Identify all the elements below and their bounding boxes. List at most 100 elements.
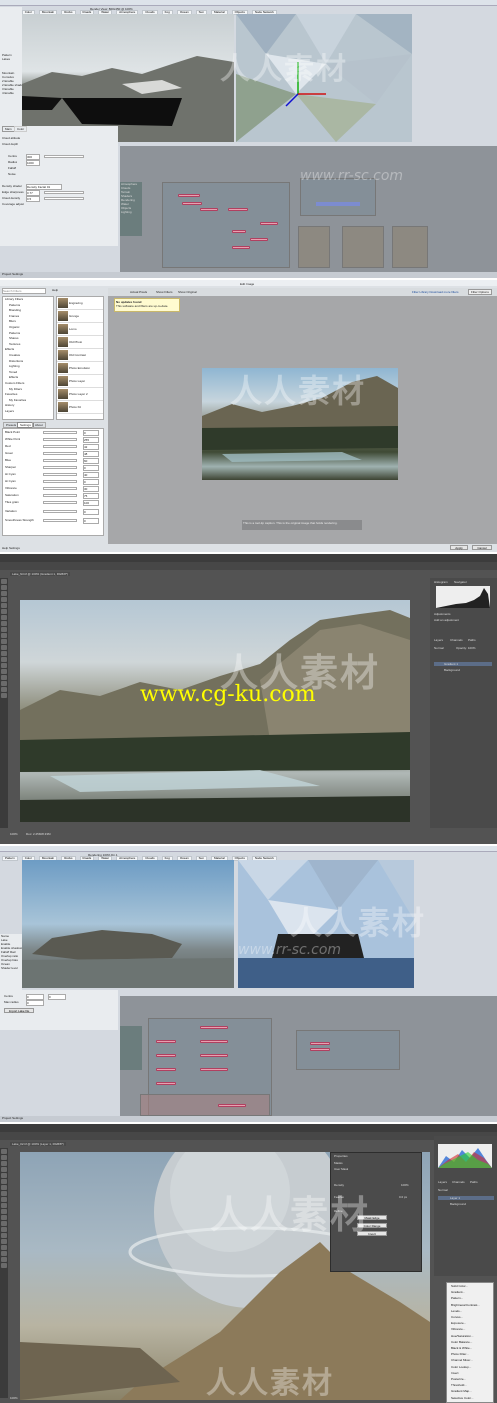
node[interactable]	[200, 1040, 228, 1043]
preset-item[interactable]: Lomo	[57, 323, 103, 336]
library-item[interactable]: Layers	[3, 409, 53, 415]
zoom-icon[interactable]	[1, 693, 7, 698]
shape-icon[interactable]	[1, 681, 7, 686]
preset-item[interactable]: Old Photo	[57, 336, 103, 349]
hand-icon[interactable]	[1, 1257, 7, 1262]
dodge-icon[interactable]	[1, 1227, 7, 1232]
type-icon[interactable]	[1, 1239, 7, 1244]
paths-tab[interactable]: Paths	[468, 638, 476, 642]
sidebar-item[interactable]: Lakes	[0, 57, 22, 61]
move-icon[interactable]	[1, 1149, 7, 1154]
clone-stamp-icon[interactable]	[1, 1197, 7, 1202]
pen-icon[interactable]	[1, 663, 7, 668]
option-actual-pixels[interactable]: Actual Pixels	[130, 290, 147, 294]
gradient-icon[interactable]	[1, 645, 7, 650]
blend-mode[interactable]: Normal	[434, 646, 444, 650]
sidebar-item[interactable]: 4 Enable	[0, 91, 22, 95]
navigator-tab[interactable]: Navigator	[454, 580, 467, 584]
channels-tab[interactable]: Channels	[452, 1180, 465, 1184]
magic-wand-icon[interactable]	[1, 1167, 7, 1172]
marquee-icon[interactable]	[1, 585, 7, 590]
setting-slider[interactable]	[43, 510, 77, 513]
setting-slider[interactable]	[43, 487, 77, 490]
value-field[interactable]: 0.5	[26, 196, 40, 202]
setting-slider[interactable]	[43, 459, 77, 462]
node[interactable]	[232, 230, 246, 233]
setting-slider[interactable]	[43, 445, 77, 448]
layer-row[interactable]: Background	[434, 668, 492, 672]
move-icon[interactable]	[1, 579, 7, 584]
setting-slider[interactable]	[43, 452, 77, 455]
cancel-button[interactable]: Cancel	[472, 545, 492, 550]
eraser-icon[interactable]	[1, 639, 7, 644]
dodge-icon[interactable]	[1, 657, 7, 662]
apply-button[interactable]: Apply	[450, 545, 468, 550]
setting-slider[interactable]	[43, 466, 77, 469]
feather-value[interactable]: 0.0 px	[399, 1195, 407, 1199]
value-field[interactable]: 0	[26, 1000, 44, 1006]
doc-tab[interactable]: Lake_02.tif @ 100% (Layer 1, RGB/8*)	[10, 1142, 66, 1146]
layer-row[interactable]: Layer 1	[438, 1196, 494, 1200]
gradient-icon[interactable]	[1, 1215, 7, 1220]
node[interactable]	[218, 1104, 246, 1107]
setting-slider[interactable]	[43, 480, 77, 483]
menu-item[interactable]: Help	[52, 288, 58, 292]
layer-row[interactable]: Gradient 1	[434, 662, 492, 666]
blend-mode[interactable]: Normal	[438, 1188, 448, 1192]
node[interactable]	[232, 246, 250, 249]
path-select-icon[interactable]	[1, 1245, 7, 1250]
node[interactable]	[250, 238, 268, 241]
preset-item[interactable]: Old Contrast	[57, 349, 103, 362]
value-field[interactable]: 1000	[26, 160, 40, 166]
magic-wand-icon[interactable]	[1, 597, 7, 602]
eyedropper-icon[interactable]	[1, 1179, 7, 1184]
zoom-icon[interactable]	[1, 1263, 7, 1268]
channels-tab[interactable]: Channels	[450, 638, 463, 642]
node[interactable]	[310, 1042, 330, 1045]
histogram-tab[interactable]: Histogram	[434, 580, 448, 584]
setting-value[interactable]: 0	[83, 509, 99, 515]
setting-value[interactable]: 0	[83, 518, 99, 524]
preset-item[interactable]: Grunge	[57, 310, 103, 323]
history-brush-icon[interactable]	[1, 633, 7, 638]
node[interactable]	[260, 222, 278, 225]
path-select-icon[interactable]	[1, 675, 7, 680]
node[interactable]	[182, 202, 202, 205]
blur-icon[interactable]	[1, 1221, 7, 1226]
shape-icon[interactable]	[1, 1251, 7, 1256]
node[interactable]	[310, 1048, 330, 1051]
setting-slider[interactable]	[43, 473, 77, 476]
clone-stamp-icon[interactable]	[1, 627, 7, 632]
crop-icon[interactable]	[1, 603, 7, 608]
hand-icon[interactable]	[1, 687, 7, 692]
option-show-original[interactable]: Show Original	[178, 290, 197, 294]
healing-icon[interactable]	[1, 615, 7, 620]
node[interactable]	[156, 1054, 176, 1057]
type-icon[interactable]	[1, 669, 7, 674]
setting-slider[interactable]	[43, 494, 77, 497]
brush-icon[interactable]	[1, 621, 7, 626]
setting-slider[interactable]	[43, 431, 77, 434]
filter-options-button[interactable]: Filter Options	[468, 289, 492, 295]
slider[interactable]	[44, 155, 84, 158]
node[interactable]	[156, 1040, 176, 1043]
preset-item[interactable]: Photo Layer 2	[57, 388, 103, 401]
layers-tab[interactable]: Layers	[434, 638, 443, 642]
slider[interactable]	[44, 197, 84, 200]
context-menu-item[interactable]: Selective Color...	[447, 1395, 493, 1401]
blur-icon[interactable]	[1, 651, 7, 656]
brush-icon[interactable]	[1, 1191, 7, 1196]
setting-slider[interactable]	[43, 519, 77, 522]
paths-tab[interactable]: Paths	[470, 1180, 478, 1184]
eyedropper-icon[interactable]	[1, 609, 7, 614]
import-lake-button[interactable]: Import Lake file	[4, 1008, 34, 1013]
setting-slider[interactable]	[43, 438, 77, 441]
setting-slider[interactable]	[43, 501, 77, 504]
node[interactable]	[200, 1054, 228, 1057]
doc-tab[interactable]: Lake_Nil.tif @ 100% (Gradient 1, RGB/8*)	[10, 572, 70, 576]
slider[interactable]	[44, 191, 84, 194]
node[interactable]	[156, 1068, 176, 1071]
density-value[interactable]: 100%	[401, 1183, 409, 1187]
tab-color[interactable]: Color	[14, 126, 28, 132]
toolbar-button[interactable]: Pattern	[2, 856, 18, 861]
